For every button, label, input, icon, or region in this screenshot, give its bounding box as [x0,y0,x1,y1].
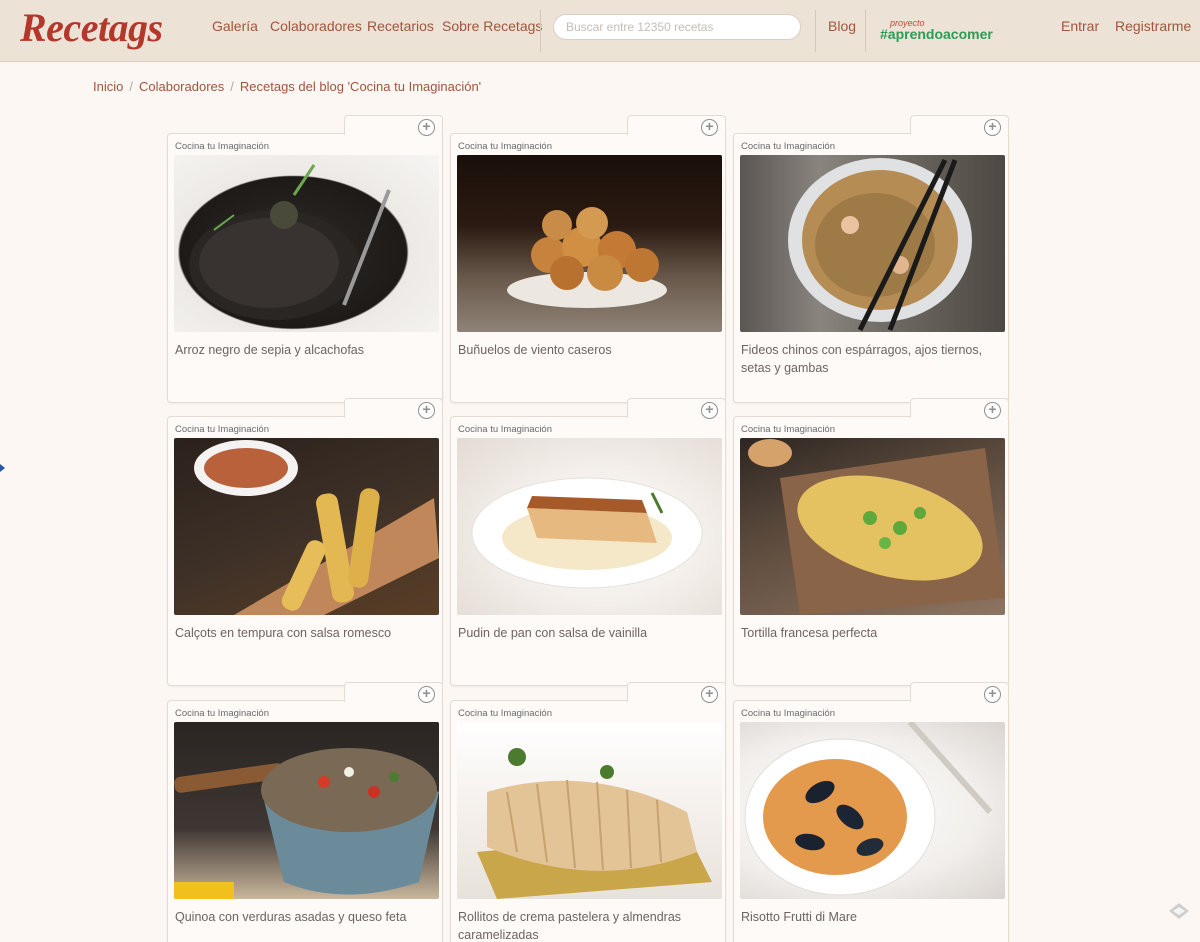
add-plus-icon[interactable]: + [701,402,718,419]
feedback-icon[interactable] [1168,902,1190,920]
add-plus-icon[interactable]: + [418,402,435,419]
recipe-title[interactable]: Risotto Frutti di Mare [741,908,1003,926]
login-link[interactable]: Entrar [1061,18,1099,34]
add-plus-icon[interactable]: + [418,119,435,136]
card-source[interactable]: Cocina tu Imaginación [458,708,552,719]
card-source[interactable]: Cocina tu Imaginación [175,708,269,719]
card-tab: + [627,682,726,703]
recipe-image[interactable] [740,155,1005,332]
card-tab: + [910,682,1009,703]
site-logo[interactable]: Recetags [20,4,163,51]
scroll-marker-icon [0,464,5,472]
card-source[interactable]: Cocina tu Imaginación [741,141,835,152]
breadcrumb-colaboradores[interactable]: Colaboradores [139,79,224,94]
breadcrumb: Inicio / Colaboradores / Recetags del blog '… [93,79,481,94]
nav-galeria[interactable]: Galería [212,18,258,34]
card-tab: + [627,398,726,419]
recipe-image[interactable] [174,438,439,615]
recipe-image[interactable] [174,722,439,899]
nav-recetarios[interactable]: Recetarios [367,18,434,34]
recipe-card[interactable]: + Cocina tu Imaginación Rollitos de crem… [450,682,726,942]
add-plus-icon[interactable]: + [984,686,1001,703]
recipe-card[interactable]: + Cocina tu Imaginación Tortilla frances… [733,398,1009,686]
nav-divider [865,10,866,52]
recipe-image[interactable] [174,155,439,332]
recipe-card[interactable]: + Cocina tu Imaginación Fideos chinos co… [733,115,1009,403]
recipe-image[interactable] [457,722,722,899]
add-plus-icon[interactable]: + [701,119,718,136]
recipe-card[interactable]: + Cocina tu Imaginación Arroz negro de s… [167,115,443,403]
nav-blog[interactable]: Blog [828,18,856,34]
recipe-title[interactable]: Pudin de pan con salsa de vainilla [458,624,720,642]
recipe-card[interactable]: + Cocina tu Imaginación Quinoa con verdu… [167,682,443,942]
recipe-card[interactable]: + Cocina tu Imaginación Pudin de pan con… [450,398,726,686]
recipe-image[interactable] [457,155,722,332]
breadcrumb-inicio[interactable]: Inicio [93,79,123,94]
card-source[interactable]: Cocina tu Imaginación [458,141,552,152]
recipe-title[interactable]: Buñuelos de viento caseros [458,341,720,359]
nav-divider [540,10,541,52]
card-tab: + [344,682,443,703]
card-source[interactable]: Cocina tu Imaginación [175,141,269,152]
card-tab: + [344,115,443,136]
card-source[interactable]: Cocina tu Imaginación [741,424,835,435]
add-plus-icon[interactable]: + [418,686,435,703]
card-source[interactable]: Cocina tu Imaginación [175,424,269,435]
breadcrumb-divider: / [230,79,234,94]
add-plus-icon[interactable]: + [984,402,1001,419]
site-header: Recetags Galería Colaboradores Recetario… [0,0,1200,62]
aprendoacomer-tag: #aprendoacomer [880,26,993,42]
card-tab: + [910,398,1009,419]
add-plus-icon[interactable]: + [984,119,1001,136]
recipe-image[interactable] [457,438,722,615]
card-tab: + [627,115,726,136]
recipe-image[interactable] [740,722,1005,899]
register-link[interactable]: Registrarme [1115,18,1191,34]
search-input[interactable] [553,14,801,40]
recipe-title[interactable]: Quinoa con verduras asadas y queso feta [175,908,437,926]
recipe-title[interactable]: Rollitos de crema pastelera y almendras … [458,908,720,942]
breadcrumb-current[interactable]: Recetags del blog 'Cocina tu Imaginación… [240,79,481,94]
card-tab: + [910,115,1009,136]
card-source[interactable]: Cocina tu Imaginación [458,424,552,435]
nav-colaboradores[interactable]: Colaboradores [270,18,362,34]
recipe-card[interactable]: + Cocina tu Imaginación Calçots en tempu… [167,398,443,686]
recipe-title[interactable]: Fideos chinos con espárragos, ajos tiern… [741,341,1003,377]
recipe-title[interactable]: Tortilla francesa perfecta [741,624,1003,642]
card-source[interactable]: Cocina tu Imaginación [741,708,835,719]
nav-divider [815,10,816,52]
recipe-title[interactable]: Calçots en tempura con salsa romesco [175,624,437,642]
recipe-card[interactable]: + Cocina tu Imaginación Risotto Frutti d… [733,682,1009,942]
recipe-image[interactable] [740,438,1005,615]
add-plus-icon[interactable]: + [701,686,718,703]
breadcrumb-divider: / [129,79,133,94]
recipe-card[interactable]: + Cocina tu Imaginación Buñuelos de vien… [450,115,726,403]
card-tab: + [344,398,443,419]
nav-sobre-recetags[interactable]: Sobre Recetags [442,18,542,34]
recipe-title[interactable]: Arroz negro de sepia y alcachofas [175,341,437,359]
